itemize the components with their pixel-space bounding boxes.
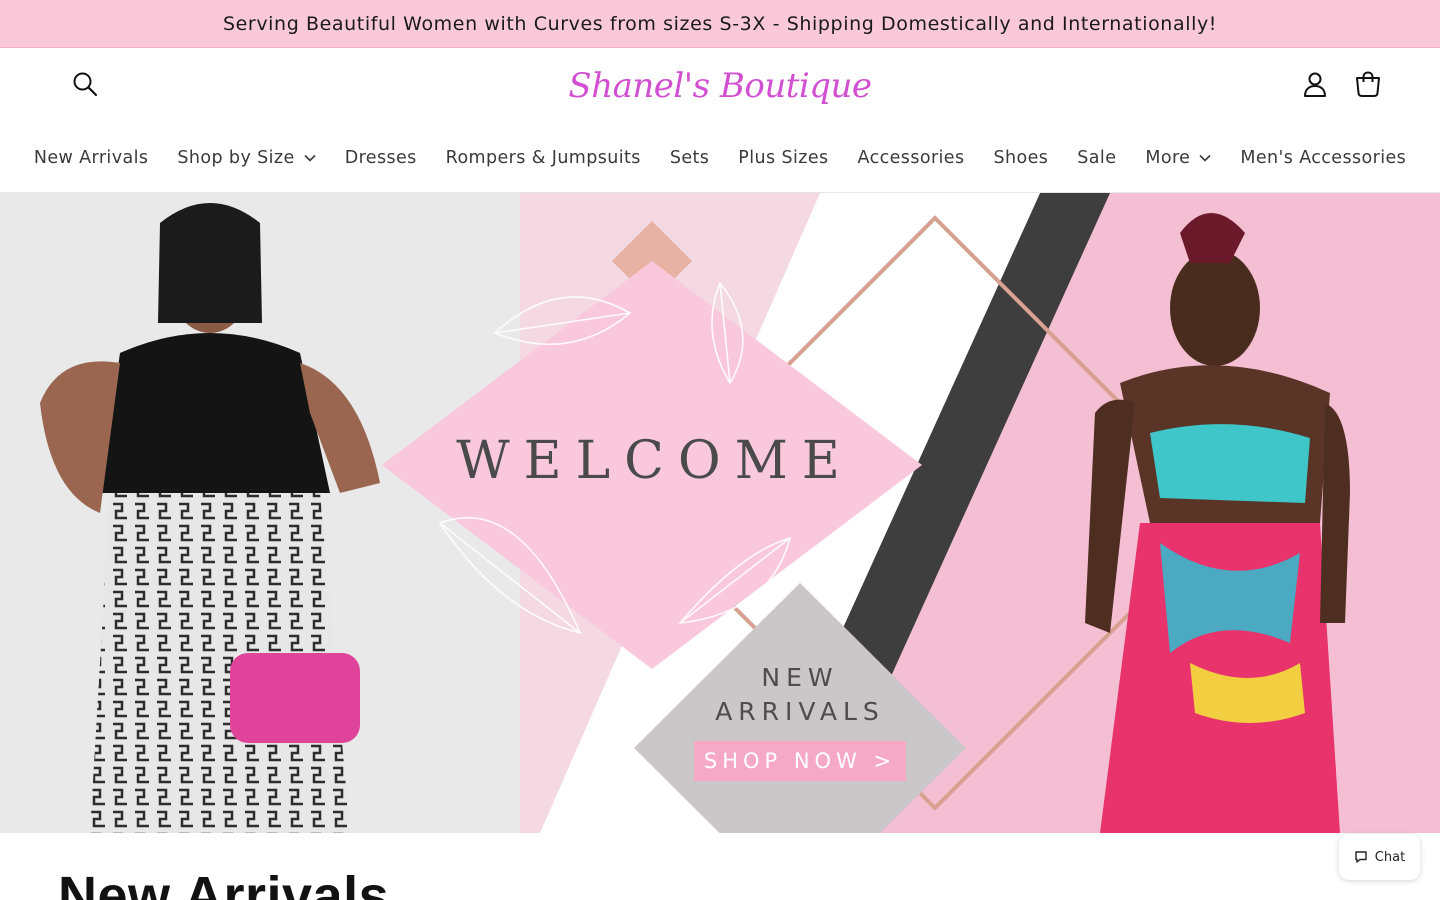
store-logo[interactable]: Shanel's Boutique [560, 58, 880, 114]
nav-item-plus-sizes[interactable]: Plus Sizes [724, 140, 843, 176]
announcement-bar: Serving Beautiful Women with Curves from… [0, 0, 1440, 48]
user-icon [1304, 72, 1326, 97]
hero-welcome-text: WELCOME [456, 431, 854, 491]
hero-new-text: NEW [761, 663, 839, 692]
announcement-text: Serving Beautiful Women with Curves from… [222, 12, 1218, 35]
chevron-down-icon [1199, 154, 1211, 162]
nav-item-shop-by-size[interactable]: Shop by Size [163, 140, 330, 176]
nav-item-shoes[interactable]: Shoes [979, 140, 1063, 176]
hero-arrivals-text: ARRIVALS [715, 697, 885, 726]
account-button[interactable] [1297, 66, 1333, 102]
main-nav: New Arrivals Shop by Size Dresses Romper… [0, 140, 1440, 176]
shop-now-button[interactable]: SHOP NOW > [694, 741, 906, 781]
chevron-down-icon [304, 154, 316, 162]
chat-button[interactable]: Chat [1339, 834, 1420, 880]
section-title: New Arrivals [58, 866, 390, 900]
nav-item-accessories[interactable]: Accessories [843, 140, 979, 176]
chat-label: Chat [1374, 849, 1406, 865]
cart-icon [1356, 71, 1380, 97]
hero-banner[interactable]: WELCOME NEW ARRIVALS SHOP NOW > [0, 193, 1440, 833]
cart-button[interactable] [1350, 66, 1386, 102]
chat-bubble-icon [1355, 851, 1367, 863]
logo-text: Shanel's Boutique [568, 66, 872, 106]
hero-artwork [0, 193, 1440, 833]
site-header: Shanel's Boutique New Arrivals Shop by S… [0, 48, 1440, 193]
nav-item-new-arrivals[interactable]: New Arrivals [19, 140, 163, 176]
nav-item-rompers-jumpsuits[interactable]: Rompers & Jumpsuits [431, 140, 655, 176]
nav-item-sale[interactable]: Sale [1063, 140, 1131, 176]
search-icon [73, 72, 98, 97]
search-button[interactable] [67, 66, 103, 102]
nav-item-more[interactable]: More [1131, 140, 1226, 176]
nav-item-sets[interactable]: Sets [655, 140, 723, 176]
nav-item-dresses[interactable]: Dresses [330, 140, 431, 176]
nav-item-mens-accessories[interactable]: Men's Accessories [1226, 140, 1421, 176]
